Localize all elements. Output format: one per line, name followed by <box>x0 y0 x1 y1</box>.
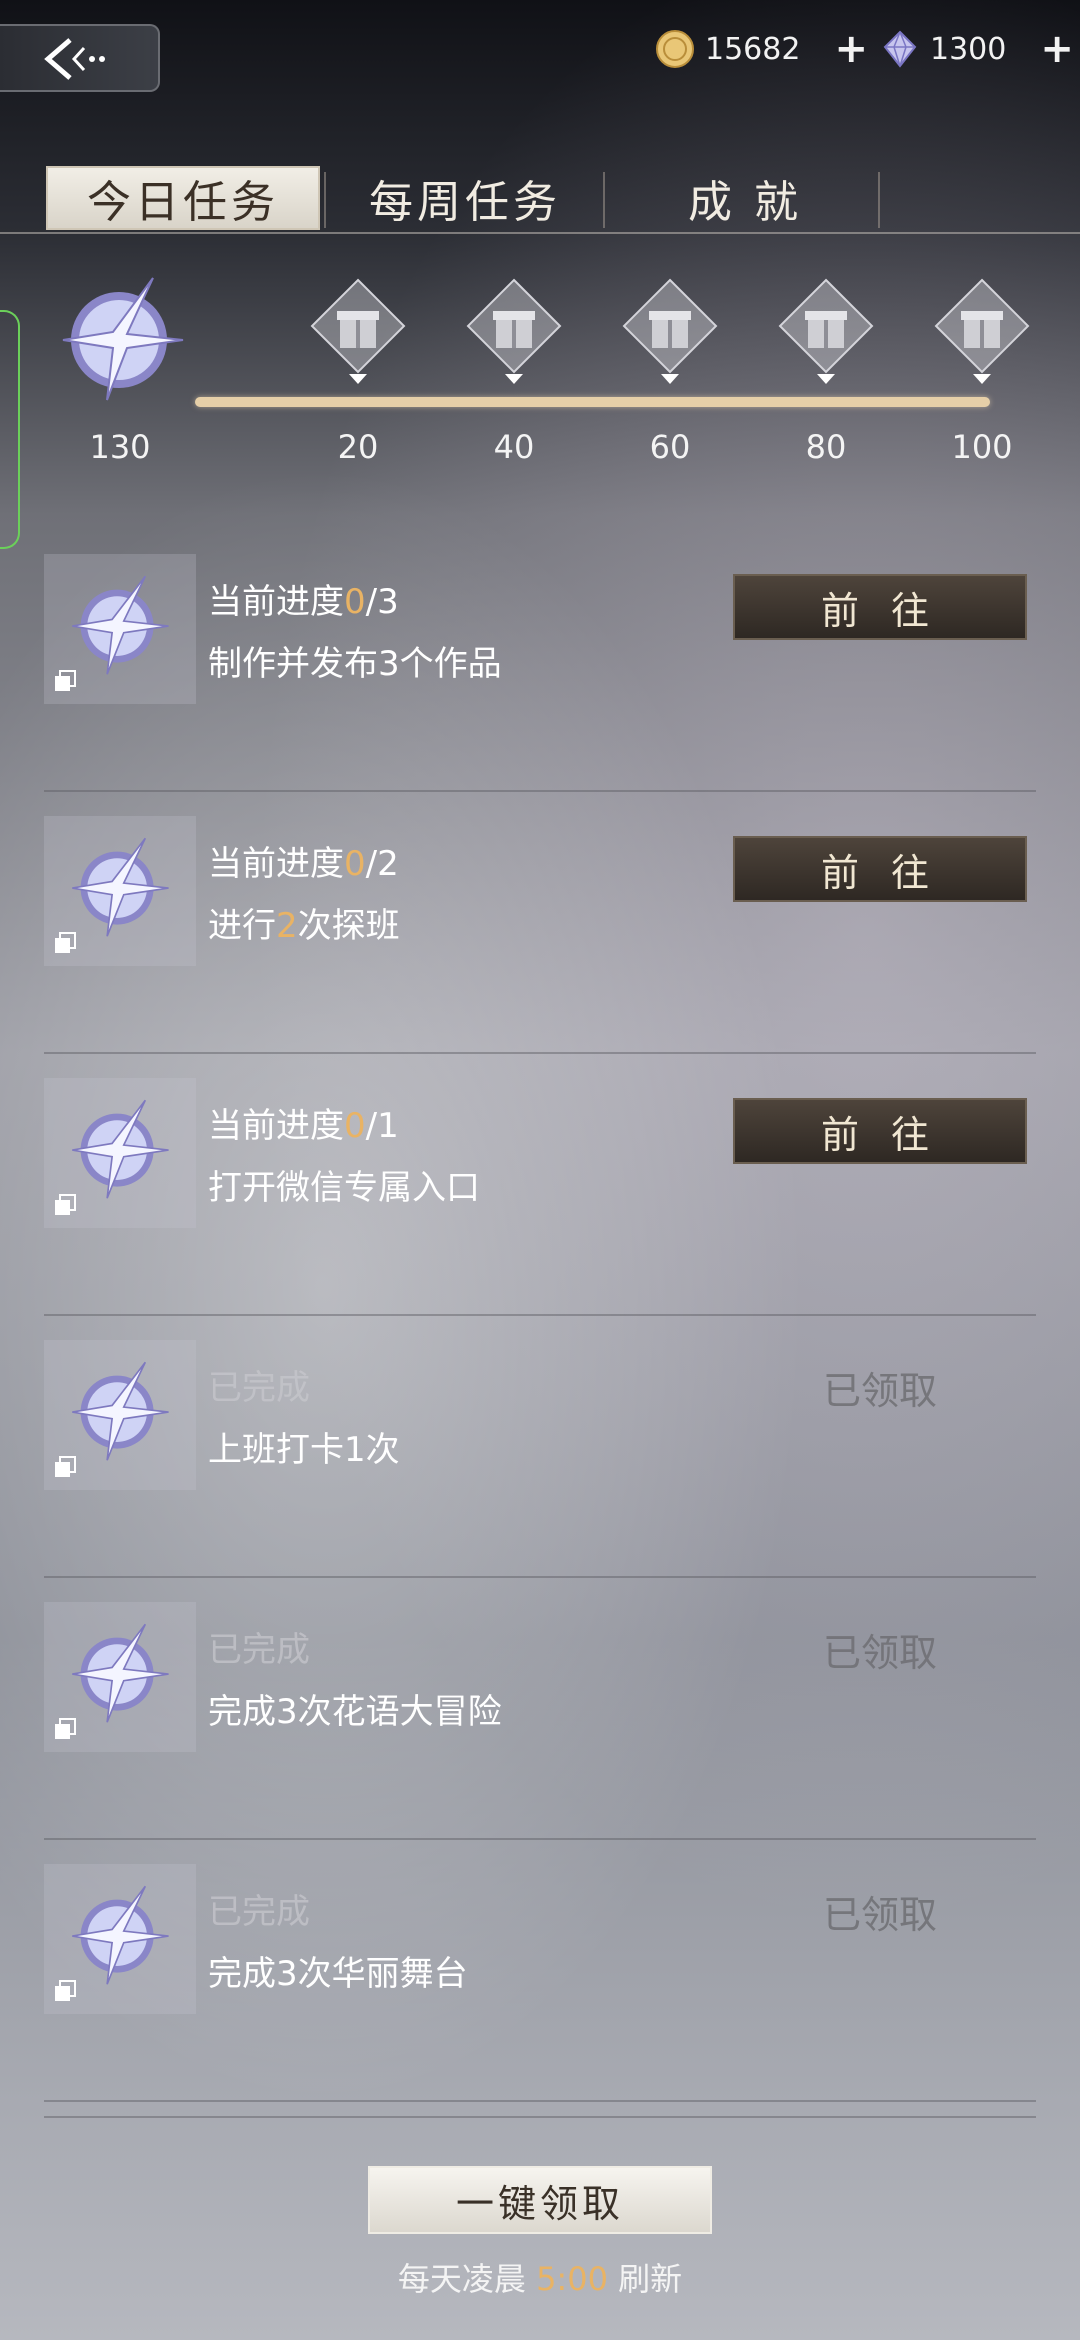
task-row: 当前进度0/2 进行2次探班 前 往 <box>44 790 1036 1054</box>
star-badge-icon <box>62 277 184 401</box>
coin-balance: 15682 + <box>655 22 868 76</box>
star-badge-icon <box>72 1099 169 1199</box>
go-button[interactable]: 前 往 <box>733 574 1027 640</box>
star-badge-icon <box>72 575 169 675</box>
gift-box-icon[interactable] <box>934 278 1030 374</box>
task-description: 上班打卡1次 <box>208 1430 400 1470</box>
task-reward-thumb[interactable] <box>44 554 196 704</box>
task-reward-thumb[interactable] <box>44 1602 196 1752</box>
go-button[interactable]: 前 往 <box>733 1098 1027 1164</box>
task-reward-thumb[interactable] <box>44 1864 196 2014</box>
star-badge-icon <box>72 837 169 937</box>
task-status-completed: 已完成 <box>208 1630 310 1670</box>
task-row: 当前进度0/1 打开微信专属入口 前 往 <box>44 1052 1036 1316</box>
tab-weekly[interactable]: 每周任务 <box>330 166 600 230</box>
milestone-label: 40 <box>493 428 535 466</box>
star-badge-icon <box>72 1623 169 1723</box>
milestone-label: 60 <box>649 428 691 466</box>
coin-amount: 15682 <box>705 31 801 67</box>
copy-icon <box>55 670 76 691</box>
milestone-pointer <box>817 374 835 384</box>
diamond-gem-icon <box>883 30 917 68</box>
task-progress: 当前进度0/3 <box>208 582 399 622</box>
task-status-completed: 已完成 <box>208 1368 310 1408</box>
copy-icon <box>55 1456 76 1477</box>
tab-divider <box>603 172 605 228</box>
gift-box-icon[interactable] <box>466 278 562 374</box>
copy-icon <box>55 1718 76 1739</box>
milestone-progress-bar <box>195 397 990 407</box>
milestone-pointer <box>505 374 523 384</box>
go-button[interactable]: 前 往 <box>733 836 1027 902</box>
tab-divider <box>324 172 326 228</box>
task-description: 完成3次华丽舞台 <box>208 1954 468 1994</box>
task-description: 打开微信专属入口 <box>208 1168 480 1208</box>
task-reward-thumb[interactable] <box>44 816 196 966</box>
task-row: 已完成 完成3次花语大冒险 已领取 <box>44 1576 1036 1840</box>
milestone-label: 20 <box>337 428 379 466</box>
copy-icon <box>55 1980 76 2001</box>
milestone-label: 100 <box>951 428 1013 466</box>
side-indicator <box>0 310 20 549</box>
milestone-label: 80 <box>805 428 847 466</box>
claim-all-button[interactable]: 一键领取 <box>368 2166 712 2234</box>
gift-box-icon[interactable] <box>622 278 718 374</box>
copy-icon <box>55 932 76 953</box>
claimed-label: 已领取 <box>822 1630 937 1675</box>
milestone-pointer <box>349 374 367 384</box>
list-divider <box>44 2116 1036 2118</box>
gem-balance: 1300 + <box>880 22 1074 76</box>
task-row: 已完成 上班打卡1次 已领取 <box>44 1314 1036 1578</box>
task-row: 当前进度0/3 制作并发布3个作品 前 往 <box>44 528 1036 792</box>
current-points: 130 <box>89 428 151 466</box>
tab-achievements[interactable]: 成 就 <box>610 166 880 230</box>
claimed-label: 已领取 <box>822 1368 937 1413</box>
gift-box-icon[interactable] <box>778 278 874 374</box>
star-badge-icon <box>72 1885 169 1985</box>
gem-amount: 1300 <box>930 31 1007 67</box>
add-gem-button[interactable]: + <box>1040 26 1074 72</box>
copy-icon <box>55 1194 76 1215</box>
refresh-note: 每天凌晨 5:00 刷新 <box>397 2260 683 2298</box>
gift-box-icon[interactable] <box>310 278 406 374</box>
task-reward-thumb[interactable] <box>44 1340 196 1490</box>
task-description: 完成3次花语大冒险 <box>208 1692 502 1732</box>
back-button[interactable] <box>0 24 160 92</box>
task-reward-thumb[interactable] <box>44 1078 196 1228</box>
gold-coin-icon <box>656 30 694 68</box>
task-row: 已完成 完成3次华丽舞台 已领取 <box>44 1838 1036 2102</box>
star-badge-icon <box>72 1361 169 1461</box>
task-progress: 当前进度0/2 <box>208 844 399 884</box>
task-description: 进行2次探班 <box>208 906 400 946</box>
task-status-completed: 已完成 <box>208 1892 310 1932</box>
task-progress: 当前进度0/1 <box>208 1106 399 1146</box>
task-tabs: 今日任务 每周任务 成 就 <box>0 160 1080 234</box>
task-description: 制作并发布3个作品 <box>208 644 502 684</box>
claimed-label: 已领取 <box>822 1892 937 1937</box>
milestone-pointer <box>973 374 991 384</box>
back-arrow-icon <box>44 38 105 80</box>
add-coin-button[interactable]: + <box>834 26 868 72</box>
tab-divider <box>878 172 880 228</box>
milestone-pointer <box>661 374 679 384</box>
tab-daily[interactable]: 今日任务 <box>46 166 320 230</box>
